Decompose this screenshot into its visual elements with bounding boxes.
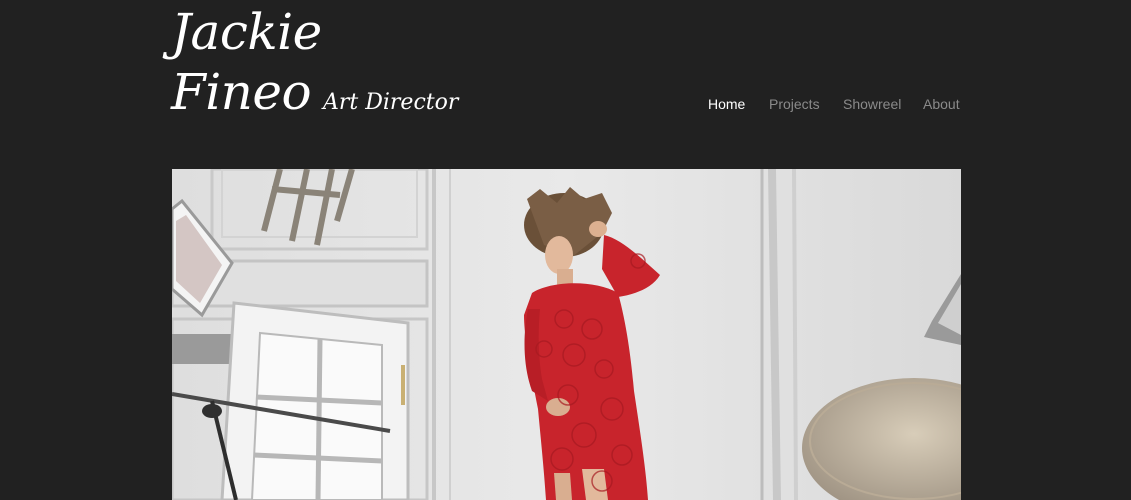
nav-home[interactable]: Home [708, 96, 769, 112]
main-nav: Home Projects Showreel About [708, 96, 960, 112]
logo-first-name[interactable]: Jackie [171, 2, 322, 62]
nav-about[interactable]: About [923, 96, 960, 112]
hero-image [172, 169, 961, 500]
nav-projects[interactable]: Projects [769, 96, 843, 112]
logo-last-name[interactable]: Fineo [171, 62, 312, 122]
nav-showreel[interactable]: Showreel [843, 96, 923, 112]
page: Jackie Fineo Art Director Home Projects … [0, 0, 1131, 500]
logo-role: Art Director [323, 90, 459, 115]
hero-illustration [172, 169, 961, 500]
